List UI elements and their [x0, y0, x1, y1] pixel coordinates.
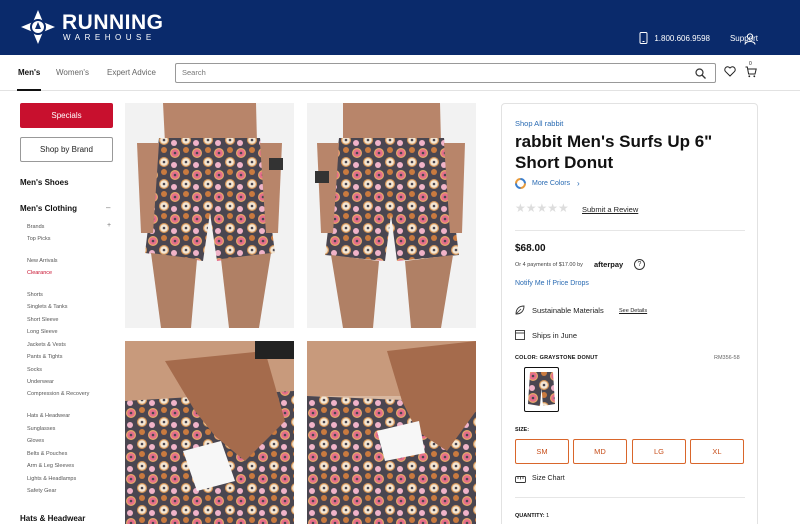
sidebar-item-brands[interactable]: Brands [27, 224, 44, 230]
logo-subtitle: WAREHOUSE [63, 32, 156, 42]
phone-icon [639, 32, 648, 44]
sidebar-item-underwear[interactable]: Underwear [27, 379, 54, 385]
product-photo-back [307, 103, 476, 328]
leaf-icon [515, 305, 525, 315]
more-colors-link[interactable]: More Colors [532, 180, 570, 187]
search-icon[interactable] [695, 68, 706, 79]
product-image-front[interactable] [125, 103, 294, 328]
product-image-back[interactable] [307, 103, 476, 328]
sidebar-item-safety-gear[interactable]: Safety Gear [27, 488, 56, 494]
logo-wordmark: RUNNING [62, 10, 164, 34]
ruler-icon [515, 476, 526, 483]
submit-review-link[interactable]: Submit a Review [582, 205, 638, 214]
sidebar-item-pants-tights[interactable]: Pants & Tights [27, 354, 62, 360]
compass-logo-icon [21, 10, 55, 44]
rating-stars: ★★★★★ [515, 201, 569, 215]
divider [515, 497, 745, 498]
sidebar-item-lights-headlamps[interactable]: Lights & Headlamps [27, 476, 76, 482]
sidebar-item-gloves[interactable]: Gloves [27, 438, 44, 444]
user-account-icon[interactable] [744, 33, 756, 45]
product-price: $68.00 [515, 243, 546, 254]
sidebar-item-singlets-tanks[interactable]: Singlets & Tanks [27, 304, 68, 310]
running-warehouse-logo[interactable]: RUNNING WAREHOUSE [20, 9, 164, 45]
wishlist-heart-icon[interactable] [724, 66, 736, 77]
sidebar-item-socks[interactable]: Socks [27, 367, 42, 373]
tab-womens[interactable]: Women's [56, 68, 89, 77]
sidebar-item-long-sleeve[interactable]: Long Sleeve [27, 329, 58, 335]
search-input[interactable] [182, 68, 662, 77]
tab-mens[interactable]: Men's [18, 68, 40, 77]
size-chart-link[interactable]: Size Chart [532, 475, 565, 482]
sidebar-item-belts-pouches[interactable]: Belts & Pouches [27, 451, 67, 457]
size-option-lg[interactable]: LG [632, 439, 686, 464]
active-tab-indicator [17, 89, 41, 91]
sustainable-materials-label: Sustainable Materials [532, 306, 604, 315]
shop-all-brand-link[interactable]: Shop All rabbit [515, 119, 563, 128]
product-photo-pocket-2 [307, 341, 476, 524]
cart-icon[interactable] [745, 66, 757, 78]
sidebar-item-new-arrivals[interactable]: New Arrivals [27, 258, 58, 264]
size-option-sm[interactable]: SM [515, 439, 569, 464]
divider [515, 230, 745, 231]
quantity-value[interactable]: 1 [546, 513, 549, 519]
sidebar-item-clearance[interactable]: Clearance [27, 270, 52, 276]
size-option-md[interactable]: MD [573, 439, 627, 464]
color-swatch-graystone-donut[interactable] [524, 367, 559, 412]
site-header: RUNNING WAREHOUSE 1.800.606.9598 Support [0, 0, 800, 55]
sidebar-item-arm-leg-sleeves[interactable]: Arm & Leg Sleeves [27, 463, 74, 469]
chevron-right-icon: › [577, 179, 580, 188]
quantity-label: QUANTITY: 1 [515, 513, 549, 519]
product-image-pocket-2[interactable] [307, 341, 476, 524]
afterpay-info-icon[interactable]: ? [634, 259, 645, 270]
expand-icon[interactable]: + [107, 222, 111, 229]
size-option-xl[interactable]: XL [690, 439, 744, 464]
sidebar-mens-clothing[interactable]: Men's Clothing [20, 204, 77, 213]
main-nav: Men's Women's Expert Advice [0, 55, 800, 91]
sidebar-item-compression-recovery[interactable]: Compression & Recovery [27, 391, 89, 397]
sidebar-item-top-picks[interactable]: Top Picks [27, 236, 51, 242]
sidebar-item-shorts[interactable]: Shorts [27, 292, 43, 298]
see-details-link[interactable]: See Details [619, 308, 647, 314]
product-photo-front [125, 103, 294, 328]
calendar-icon [515, 330, 525, 340]
product-image-pocket-1[interactable] [125, 341, 294, 524]
collapse-icon[interactable]: – [106, 203, 110, 212]
product-details-panel: Shop All rabbit rabbit Men's Surfs Up 6"… [501, 103, 758, 524]
shop-by-brand-button[interactable]: Shop by Brand [20, 137, 113, 162]
sidebar-item-short-sleeve[interactable]: Short Sleeve [27, 317, 59, 323]
sidebar-item-sunglasses[interactable]: Sunglasses [27, 426, 55, 432]
afterpay-installments: Or 4 payments of $17.00 by [515, 262, 583, 268]
tab-expert-advice[interactable]: Expert Advice [107, 68, 156, 77]
size-label: SIZE: [515, 427, 530, 433]
quantity-label-text: QUANTITY: [515, 513, 545, 519]
sidebar-item-hats-headwear[interactable]: Hats & Headwear [27, 413, 70, 419]
product-photo-pocket-1 [125, 341, 294, 524]
color-wheel-icon [515, 178, 526, 189]
swatch-shorts-thumbnail [528, 372, 555, 406]
price-drop-notify-link[interactable]: Notify Me If Price Drops [515, 280, 589, 287]
phone-number-link[interactable]: 1.800.606.9598 [654, 34, 710, 43]
specials-button[interactable]: Specials [20, 103, 113, 128]
search-bar[interactable] [175, 63, 716, 83]
selected-color-label: COLOR: GRAYSTONE DONUT [515, 355, 598, 361]
product-title: rabbit Men's Surfs Up 6" Short Donut [515, 132, 713, 172]
product-sku: RM356-58 [714, 355, 740, 361]
afterpay-logo: afterpay [594, 260, 624, 269]
sidebar-item-jackets-vests[interactable]: Jackets & Vests [27, 342, 66, 348]
shipping-status: Ships in June [532, 331, 578, 340]
sidebar-hats-headwear[interactable]: Hats & Headwear [20, 514, 85, 523]
sidebar-mens-shoes[interactable]: Men's Shoes [20, 178, 69, 187]
